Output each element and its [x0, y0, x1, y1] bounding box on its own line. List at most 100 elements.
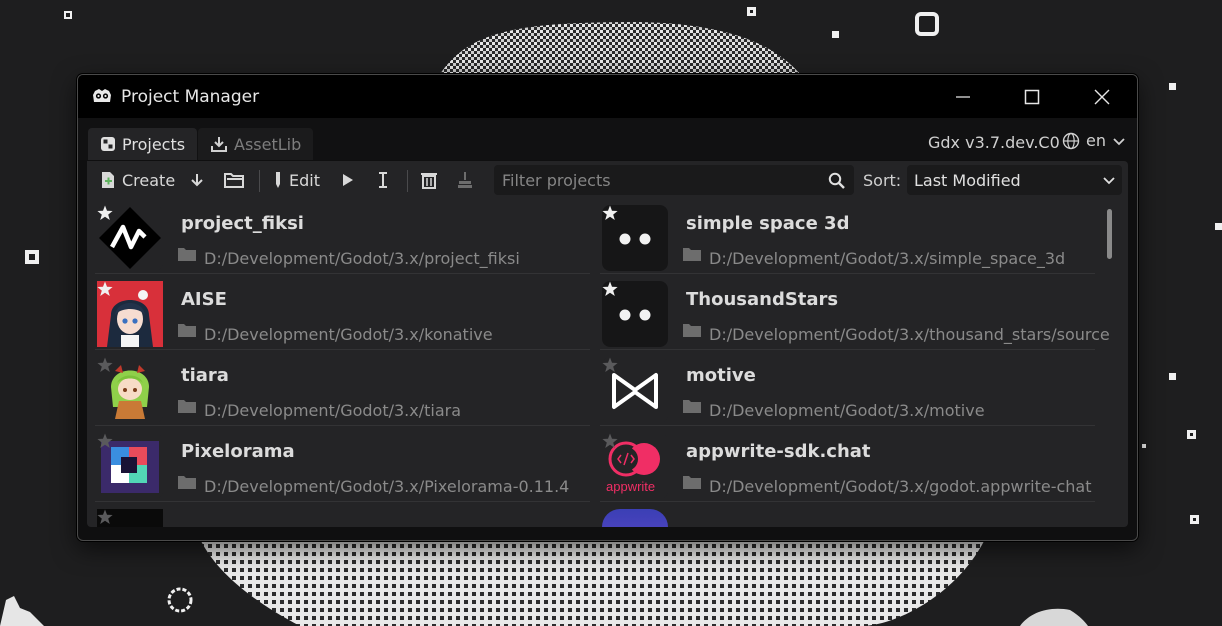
- maximize-icon: [1024, 89, 1040, 104]
- window-title: Project Manager: [121, 87, 260, 107]
- import-button[interactable]: [189, 165, 205, 195]
- appwrite-wordmark: appwrite: [606, 479, 656, 494]
- project-path: D:/Development/Godot/3.x/tiara: [204, 401, 462, 420]
- project-name: AISE: [181, 289, 227, 310]
- row-divider: [95, 501, 590, 502]
- projects-icon: [101, 137, 115, 151]
- folder-icon: [683, 476, 701, 489]
- rename-button[interactable]: [377, 165, 389, 195]
- project-path: D:/Development/Godot/3.x/Pixelorama-0.11…: [204, 477, 570, 496]
- sort-dropdown[interactable]: Last Modified: [907, 165, 1122, 195]
- favorite-star-icon[interactable]: [602, 281, 618, 297]
- text-cursor-icon: [379, 172, 387, 188]
- sort-label: Sort:: [863, 171, 902, 190]
- project-item[interactable]: tiara D:/Development/Godot/3.x/tiara: [95, 351, 590, 426]
- trash-icon: [421, 173, 437, 189]
- maximize-button[interactable]: [1009, 75, 1055, 118]
- project-name: motive: [686, 365, 756, 386]
- favorite-star-icon[interactable]: [97, 433, 113, 449]
- minimize-icon: [956, 95, 970, 98]
- project-name: Pixelorama: [181, 441, 295, 462]
- project-item[interactable]: ThousandStars D:/Development/Godot/3.x/t…: [600, 275, 1110, 350]
- close-icon: [1094, 89, 1110, 104]
- project-name: simple space 3d: [686, 213, 850, 234]
- toolbar-separator: [259, 170, 260, 192]
- folder-icon: [683, 248, 701, 261]
- favorite-star-icon[interactable]: [97, 281, 113, 297]
- folder-icon: [224, 173, 244, 188]
- scan-button[interactable]: [224, 165, 244, 195]
- search-icon: [828, 172, 845, 189]
- download-icon: [211, 137, 227, 152]
- folder-icon: [178, 324, 196, 337]
- folder-icon: [178, 248, 196, 261]
- favorite-star-icon[interactable]: [97, 357, 113, 373]
- folder-icon: [683, 400, 701, 413]
- create-label: Create: [122, 170, 176, 190]
- folder-icon: [178, 476, 196, 489]
- favorite-star-icon[interactable]: [602, 433, 618, 449]
- remove-button[interactable]: [420, 165, 438, 195]
- toolbar: Create Edit Filter projects Sort: Last M…: [87, 161, 1128, 199]
- project-path: D:/Development/Godot/3.x/godot.appwrite-…: [709, 477, 1092, 496]
- play-icon: [343, 174, 353, 186]
- project-path: D:/Development/Godot/3.x/simple_space_3d: [709, 249, 1066, 268]
- row-divider: [600, 501, 1095, 502]
- project-path: D:/Development/Godot/3.x/project_fiksi: [204, 249, 520, 268]
- project-path: D:/Development/Godot/3.x/motive: [709, 401, 985, 420]
- row-divider: [600, 273, 1095, 274]
- toolbar-separator: [407, 170, 408, 192]
- edit-button[interactable]: Edit: [273, 165, 320, 195]
- project-list: project_fiksi D:/Development/Godot/3.x/p…: [87, 199, 1113, 527]
- filter-projects-input[interactable]: [494, 165, 830, 195]
- folder-icon: [683, 324, 701, 337]
- project-thumbnail: [602, 509, 668, 527]
- minimize-button[interactable]: [940, 75, 986, 118]
- row-divider: [95, 425, 590, 426]
- godot-app-icon: [93, 89, 111, 102]
- projects-panel: Create Edit Filter projects Sort: Last M…: [87, 161, 1128, 527]
- chevron-down-icon: [1113, 137, 1125, 145]
- tab-projects-label: Projects: [122, 134, 186, 154]
- row-divider: [600, 349, 1095, 350]
- project-manager-window: Project Manager Projects AssetLib Gdx v3…: [77, 74, 1138, 541]
- project-item[interactable]: AISE D:/Development/Godot/3.x/konative: [95, 275, 590, 350]
- close-button[interactable]: [1079, 75, 1125, 118]
- project-name: appwrite-sdk.chat: [686, 441, 871, 462]
- edit-pencil-icon: [276, 172, 280, 188]
- sort-value: Last Modified: [914, 170, 1021, 190]
- row-divider: [600, 425, 1095, 426]
- chevron-down-icon: [1103, 177, 1115, 185]
- filter-projects-box: [494, 165, 854, 195]
- new-file-icon: [102, 172, 114, 188]
- project-item[interactable]: project_fiksi D:/Development/Godot/3.x/p…: [95, 199, 590, 274]
- broom-icon: [458, 172, 472, 188]
- favorite-star-icon[interactable]: [97, 205, 113, 221]
- project-item[interactable]: [95, 503, 590, 527]
- project-item[interactable]: appwrite appwrite-sdk.chat D:/Developmen…: [600, 427, 1095, 502]
- row-divider: [95, 349, 590, 350]
- tab-projects[interactable]: Projects: [88, 128, 198, 160]
- scrollbar-thumb[interactable]: [1107, 209, 1112, 259]
- project-name: project_fiksi: [181, 213, 304, 234]
- arrow-down-icon: [191, 174, 203, 187]
- project-item[interactable]: Pixelorama D:/Development/Godot/3.x/Pixe…: [95, 427, 590, 502]
- favorite-star-icon[interactable]: [602, 205, 618, 221]
- tab-assetlib[interactable]: AssetLib: [198, 128, 314, 160]
- project-name: ThousandStars: [686, 289, 839, 310]
- project-path: D:/Development/Godot/3.x/thousand_stars/…: [709, 325, 1110, 344]
- favorite-star-icon[interactable]: [97, 509, 113, 525]
- tab-assetlib-label: AssetLib: [234, 134, 302, 154]
- project-item[interactable]: [600, 503, 1095, 527]
- run-button[interactable]: [341, 165, 355, 195]
- globe-icon: [1062, 132, 1080, 149]
- project-name: tiara: [181, 365, 229, 386]
- favorite-star-icon[interactable]: [602, 357, 618, 373]
- create-button[interactable]: Create: [100, 165, 175, 195]
- remove-missing-button[interactable]: [457, 165, 473, 195]
- project-item[interactable]: simple space 3d D:/Development/Godot/3.x…: [600, 199, 1095, 274]
- title-bar[interactable]: Project Manager: [78, 75, 1137, 118]
- project-item[interactable]: motive D:/Development/Godot/3.x/motive: [600, 351, 1095, 426]
- edit-label: Edit: [289, 170, 320, 190]
- language-selector[interactable]: en: [1062, 131, 1126, 150]
